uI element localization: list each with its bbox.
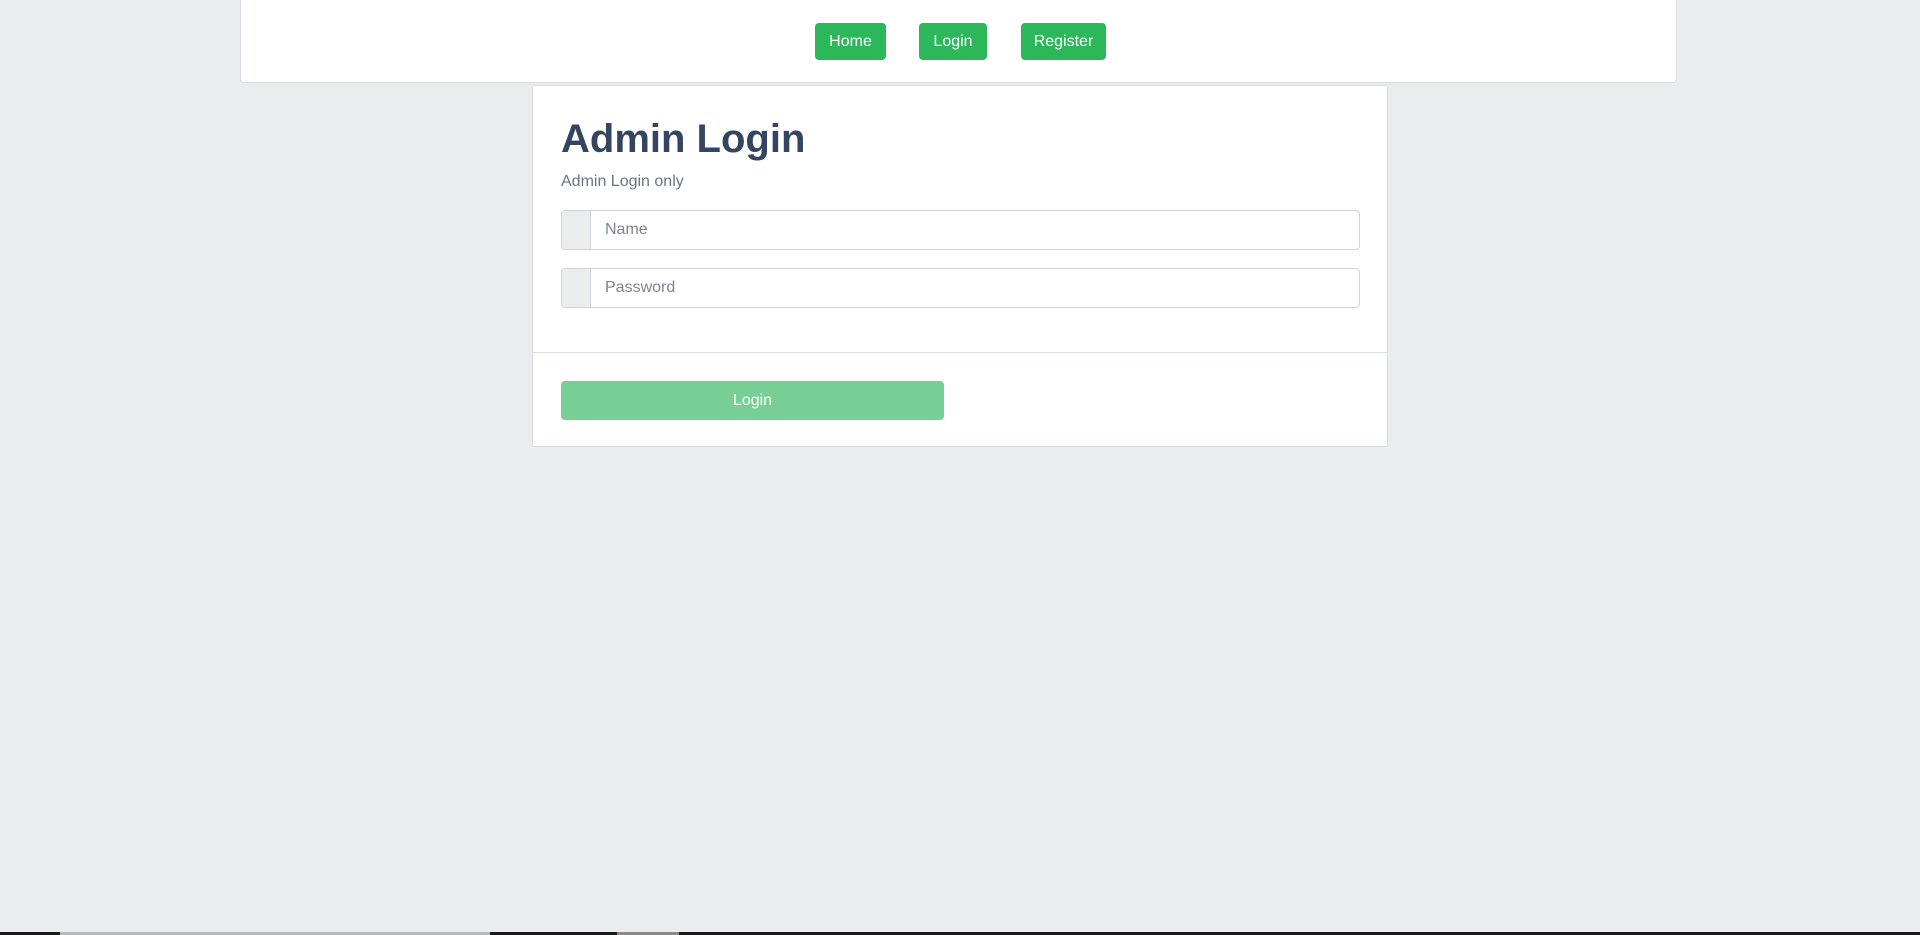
top-navbar: Home Login Register <box>240 0 1677 83</box>
login-submit-button[interactable]: Login <box>561 381 944 420</box>
login-nav-button[interactable]: Login <box>919 23 987 60</box>
name-input-group <box>561 210 1360 250</box>
name-input[interactable] <box>591 211 1359 249</box>
card-divider <box>533 352 1387 353</box>
page-title: Admin Login <box>561 117 806 161</box>
register-button[interactable]: Register <box>1021 23 1106 60</box>
page-subtitle: Admin Login only <box>561 173 684 190</box>
password-input-addon <box>562 269 591 307</box>
home-button[interactable]: Home <box>815 23 886 60</box>
name-input-addon <box>562 211 591 249</box>
login-card: Admin Login Admin Login only Login <box>532 85 1388 447</box>
password-input[interactable] <box>591 269 1359 307</box>
password-input-group <box>561 268 1360 308</box>
